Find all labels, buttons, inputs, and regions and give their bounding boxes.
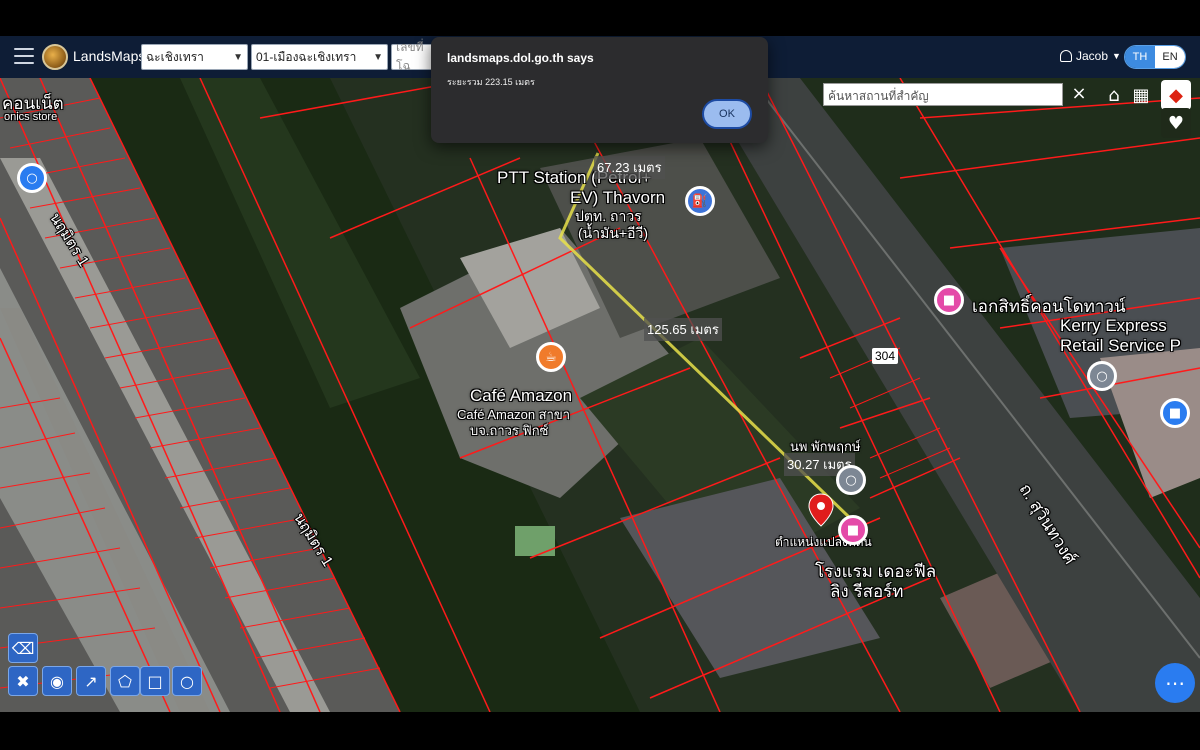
layers-icon[interactable]: ◆	[1161, 80, 1191, 110]
landmark-search-input[interactable]: ค้นหาสถานที่สำคัญ	[823, 83, 1063, 106]
cafe-marker-icon[interactable]: ☕	[536, 342, 566, 372]
kerry-marker-icon[interactable]: ○	[1087, 361, 1117, 391]
place-label-kerry: Kerry Express	[1060, 316, 1167, 335]
pin-tool-icon[interactable]: ◉	[42, 666, 72, 696]
user-menu[interactable]: Jacob ▼	[1060, 49, 1121, 63]
province-select-value: ฉะเชิงเทรา	[146, 49, 204, 64]
place-label-hotel-2: ลิง รีสอร์ท	[830, 582, 904, 601]
rectangle-tool-icon[interactable]: □	[140, 666, 170, 696]
place-label-electronics: onics store	[4, 111, 58, 123]
line-tool-icon[interactable]: ↗	[76, 666, 106, 696]
brand-name: LandsMaps	[73, 48, 146, 64]
alert-dialog: landsmaps.dol.go.th says ระยะรวม 223.15 …	[431, 37, 768, 143]
parcel-number-placeholder: เลขที่โฉ	[396, 40, 424, 73]
distance-label-2: 125.65 เมตร	[644, 318, 722, 341]
home-icon[interactable]: ⌂	[1101, 82, 1127, 108]
resort-marker-icon[interactable]: ○	[836, 465, 866, 495]
electronics-store-marker-icon[interactable]: ○	[17, 163, 47, 193]
place-label-cafe-amazon: Café Amazon	[470, 386, 573, 405]
satellite-map[interactable]: คอนเน็ต onics store นฤมิตร 1 นฤมิตร 1 PT…	[0, 78, 1200, 712]
hotel-marker-icon[interactable]: ■	[838, 515, 868, 545]
province-select[interactable]: ฉะเชิงเทรา ▼	[141, 44, 248, 70]
circle-tool-icon[interactable]: ○	[172, 666, 202, 696]
chat-icon[interactable]: ⋯	[1155, 663, 1195, 703]
place-label-ptt-thai-2: (น้ำมัน+อีวี)	[578, 225, 648, 241]
route-304-shield: 304	[872, 348, 899, 364]
chevron-down-icon: ▼	[233, 51, 243, 63]
distance-label-1: 67.23 เมตร	[594, 156, 665, 179]
parcel-number-input[interactable]: เลขที่โฉ	[391, 40, 435, 73]
remove-measure-icon[interactable]: ✖	[8, 666, 38, 696]
dialog-message: ระยะรวม 223.15 เมตร	[447, 77, 535, 87]
landsmaps-logo	[42, 44, 68, 70]
landmark-search-placeholder: ค้นหาสถานที่สำคัญ	[828, 89, 929, 103]
letterbox-bottom	[0, 712, 1200, 750]
eraser-icon[interactable]: ⌫	[8, 633, 38, 663]
district-select-value: 01-เมืองฉะเชิงเทรา	[256, 49, 357, 64]
language-toggle[interactable]: TH EN	[1124, 45, 1186, 69]
lang-en-button[interactable]: EN	[1155, 46, 1185, 68]
place-label-kerry-2: Retail Service P	[1060, 336, 1181, 355]
menu-hamburger-icon[interactable]	[14, 48, 34, 64]
condo-marker-icon[interactable]: ■	[934, 285, 964, 315]
letterbox-top	[0, 0, 1200, 36]
polygon-tool-icon[interactable]: ⬠	[110, 666, 140, 696]
gas-station-marker-icon[interactable]: ⛽	[685, 186, 715, 216]
place-label-cafe-amazon-thai-2: บจ.ถาวร ฟิกซ์	[470, 423, 549, 438]
shopping-marker-icon[interactable]: ■	[1160, 398, 1190, 428]
grid-icon[interactable]: ▦	[1128, 82, 1154, 108]
lang-th-button[interactable]: TH	[1125, 46, 1155, 68]
parcel-location-pin-icon[interactable]	[808, 493, 834, 527]
user-name: Jacob	[1076, 49, 1109, 63]
dialog-ok-button[interactable]: OK	[702, 99, 752, 129]
place-label-ptt-station-2: EV) Thavorn	[570, 188, 666, 207]
dialog-title: landsmaps.dol.go.th says	[447, 51, 594, 65]
chevron-down-icon: ▼	[1112, 51, 1121, 61]
heart-icon[interactable]: ♥	[1161, 108, 1191, 138]
close-icon[interactable]: ×	[1068, 83, 1090, 105]
district-select[interactable]: 01-เมืองฉะเชิงเทรา ▼	[251, 44, 388, 70]
user-icon	[1060, 50, 1072, 62]
chevron-down-icon: ▼	[373, 51, 383, 63]
